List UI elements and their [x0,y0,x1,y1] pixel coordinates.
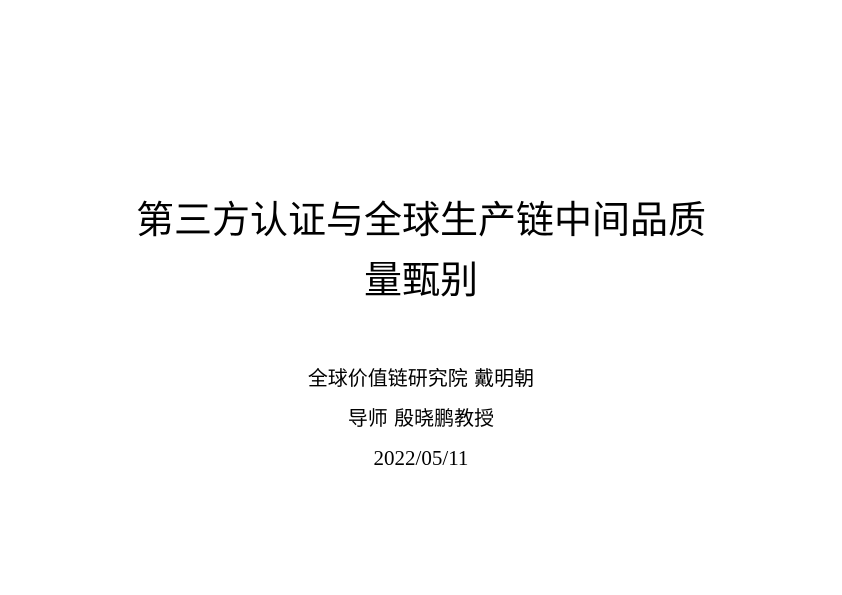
affiliation-author: 全球价值链研究院 戴明朝 [307,366,535,390]
slide-title-line-1: 第三方认证与全球生产链中间品质 [135,198,706,242]
slide-title: 第三方认证与全球生产链中间品质 量甄别 [60,190,782,310]
author-info: 全球价值链研究院 戴明朝 导师 殷晓鹏教授 2022/05/11 [60,358,782,478]
presentation-date: 2022/05/11 [373,446,469,470]
title-slide: 第三方认证与全球生产链中间品质 量甄别 全球价值链研究院 戴明朝 导师 殷晓鹏教… [0,0,842,595]
advisor: 导师 殷晓鹏教授 [347,406,495,430]
slide-title-line-2: 量甄别 [363,258,478,302]
